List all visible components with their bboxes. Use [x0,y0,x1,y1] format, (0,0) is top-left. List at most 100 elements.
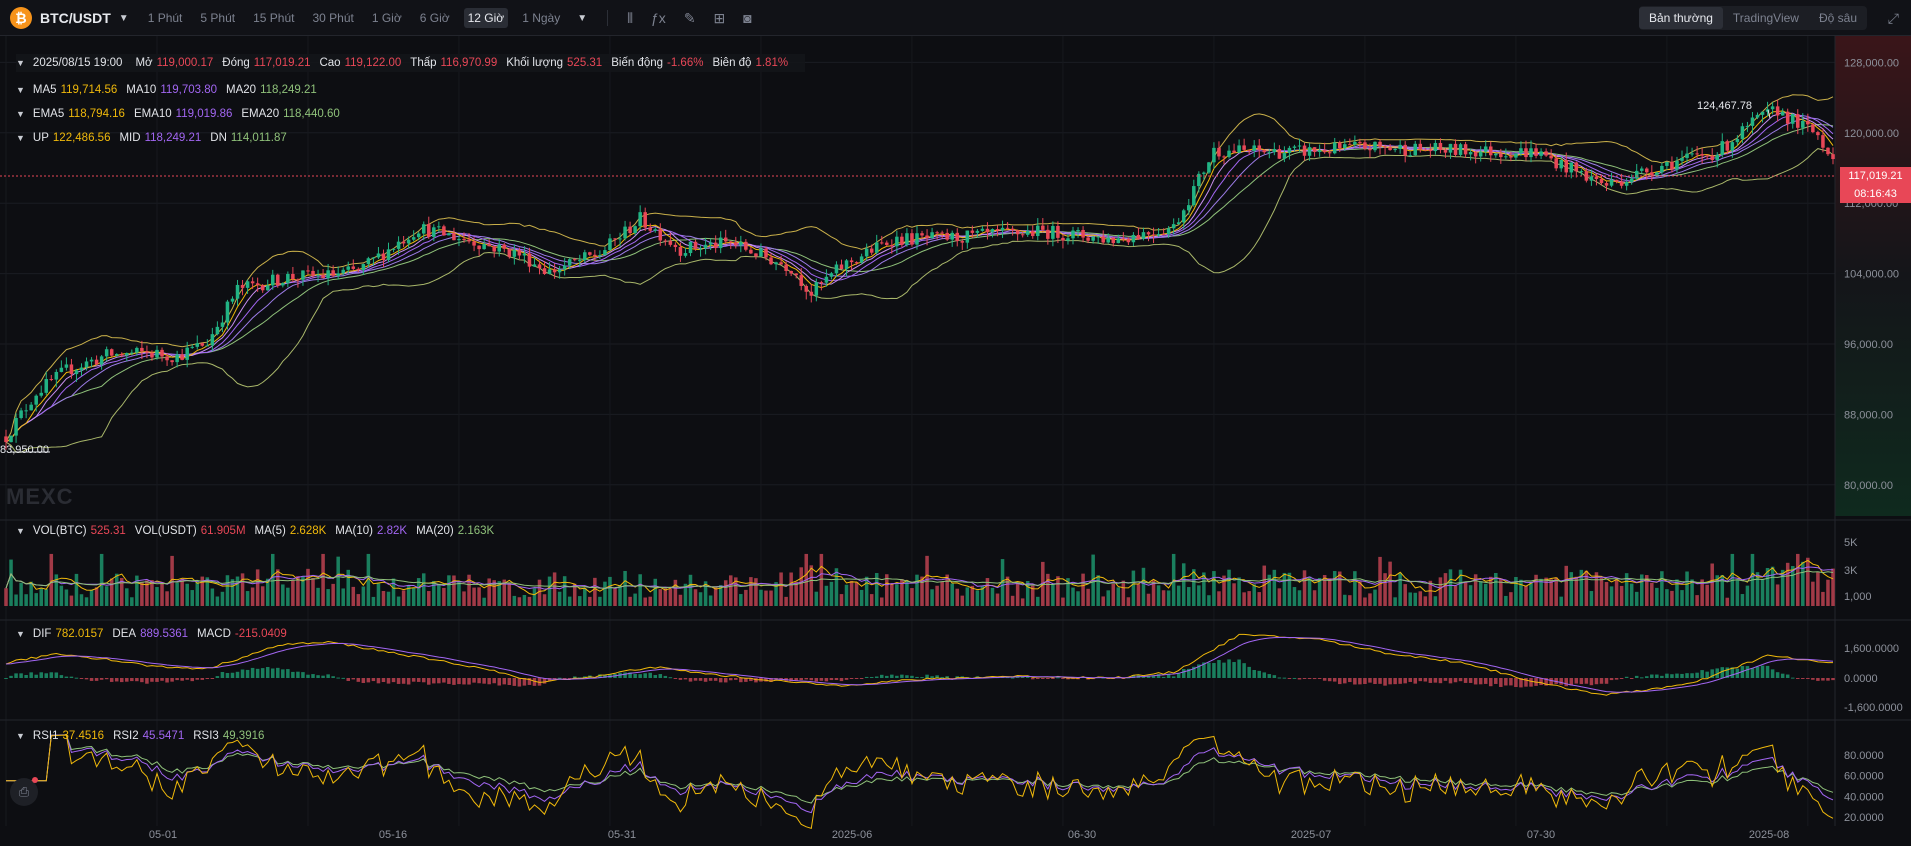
volume-bar [321,553,325,606]
volume-bar [658,589,663,606]
volume-bar [1383,573,1387,606]
candle-body [1564,159,1569,173]
fullscreen-icon[interactable]: ⤢ [1888,10,1899,27]
view-tradingview[interactable]: TradingView [1723,7,1809,29]
candle-body [779,262,783,265]
open-value: 119,000.17 [156,57,214,69]
macd-histogram-bar [502,678,507,685]
candle-body [1383,146,1387,148]
volume-bar [1317,577,1322,606]
interval-1h[interactable]: 1 Giờ [368,8,406,28]
macd-histogram-bar [829,678,834,681]
candle-body [265,285,270,291]
volume-bar [1166,590,1171,606]
collapse-chevron-icon[interactable]: ▼ [16,133,25,143]
collapse-chevron-icon[interactable]: ▼ [16,85,25,95]
volume-bar [1368,593,1372,606]
symbol-selector[interactable]: BTC/USDT [40,10,111,26]
macd-histogram-bar [819,678,824,681]
candle-body [895,236,899,247]
macd-histogram-bar [1398,678,1402,684]
macd-histogram-bar [225,673,230,678]
collapse-chevron-icon[interactable]: ▼ [16,109,25,119]
camera-icon[interactable]: ◙ [743,10,751,26]
candle-body [9,435,13,443]
formula-icon[interactable]: ƒx [651,10,666,26]
macd-histogram-bar [1660,675,1664,678]
layout-grid-icon[interactable]: ⊞ [714,10,726,27]
candle-body [396,241,401,249]
draw-pencil-icon[interactable]: ✎ [684,10,696,27]
interval-1m[interactable]: 1 Phút [144,8,187,28]
volume-bar [1826,579,1830,606]
volume-bar [109,578,114,606]
volume-bar [1136,584,1141,606]
boll-up-label: UP [32,132,49,144]
volume-bar [74,573,79,606]
macd-histogram-bar [1705,671,1709,678]
interval-6h[interactable]: 6 Giờ [416,8,454,28]
macd-histogram-bar [698,678,703,681]
volume-bar [1277,588,1282,606]
macd-histogram-bar [1801,678,1805,679]
candle-body [109,349,114,356]
candle-body [119,354,124,356]
macd-histogram-bar [1227,659,1231,678]
candle-body [1005,227,1010,229]
candle-body [618,238,622,240]
candle-body [708,242,713,245]
candle-body [658,229,663,241]
interval-5m[interactable]: 5 Phút [196,8,239,28]
macd-histogram-bar [869,676,874,678]
macd-histogram-bar [1811,678,1815,680]
bitcoin-icon: ₿ [10,7,32,29]
interval-1d[interactable]: 1 Ngày [518,8,564,28]
candle-body [1770,106,1775,110]
volume-bar [814,591,819,606]
view-depth[interactable]: Độ sâu [1809,7,1867,29]
close-value: 117,019.21 [253,57,311,69]
macd-histogram-bar [1655,674,1659,678]
macd-histogram-bar [1277,677,1282,679]
candle-body [1428,149,1433,152]
interval-30m[interactable]: 30 Phút [308,8,357,28]
candle-body [1373,141,1377,151]
candle-body [1166,228,1171,235]
rsi-legend: ▼ RSI1 37.4516 RSI2 45.5471 RSI3 49.3916 [16,730,273,742]
macd-histogram-bar [346,678,351,681]
candle-body [562,265,567,270]
macd-histogram-bar [804,678,809,680]
volume-bar [1176,585,1181,606]
kline-chart[interactable]: 128,000.00120,000.00112,000.00104,000.00… [0,36,1911,846]
macd-histogram-bar [1796,678,1800,679]
macd-histogram-bar [1670,674,1674,678]
volume-bar [1146,593,1151,606]
collapse-chevron-icon[interactable]: ▼ [16,731,25,741]
ma20-value: 118,249.21 [260,84,317,96]
interval-15m[interactable]: 15 Phút [249,8,298,28]
volume-bar [623,570,627,606]
candle-body [945,232,949,240]
volume-bar [255,569,260,606]
volume-bar [603,581,607,606]
volume-bar [1015,582,1020,606]
collapse-chevron-icon[interactable]: ▼ [16,629,25,639]
ma10-label: MA10 [126,84,157,96]
interval-more-chevron-icon[interactable]: ▼ [577,13,587,24]
candle-body [1811,124,1815,133]
collapse-chevron-icon[interactable]: ▼ [16,526,25,536]
ema-legend: ▼ EMA5 118,794.16 EMA10 119,019.86 EMA20 11… [16,108,349,120]
candle-body [1081,229,1085,238]
macd-histogram-bar [739,678,743,683]
view-standard[interactable]: Bản thường [1638,7,1723,29]
macd-histogram-bar [276,667,280,678]
interval-12h[interactable]: 12 Giờ [463,8,509,28]
chevron-down-icon[interactable]: ▼ [119,13,129,24]
volume-bar [396,596,401,606]
indicator-icon[interactable]: ⫴ [627,10,633,27]
macd-histogram-bar [653,675,658,678]
candle-body [175,354,179,363]
macd-tick-label: 0.0000 [1844,673,1878,685]
collapse-chevron-icon[interactable]: ▼ [16,58,25,68]
volume-bar [84,597,89,606]
